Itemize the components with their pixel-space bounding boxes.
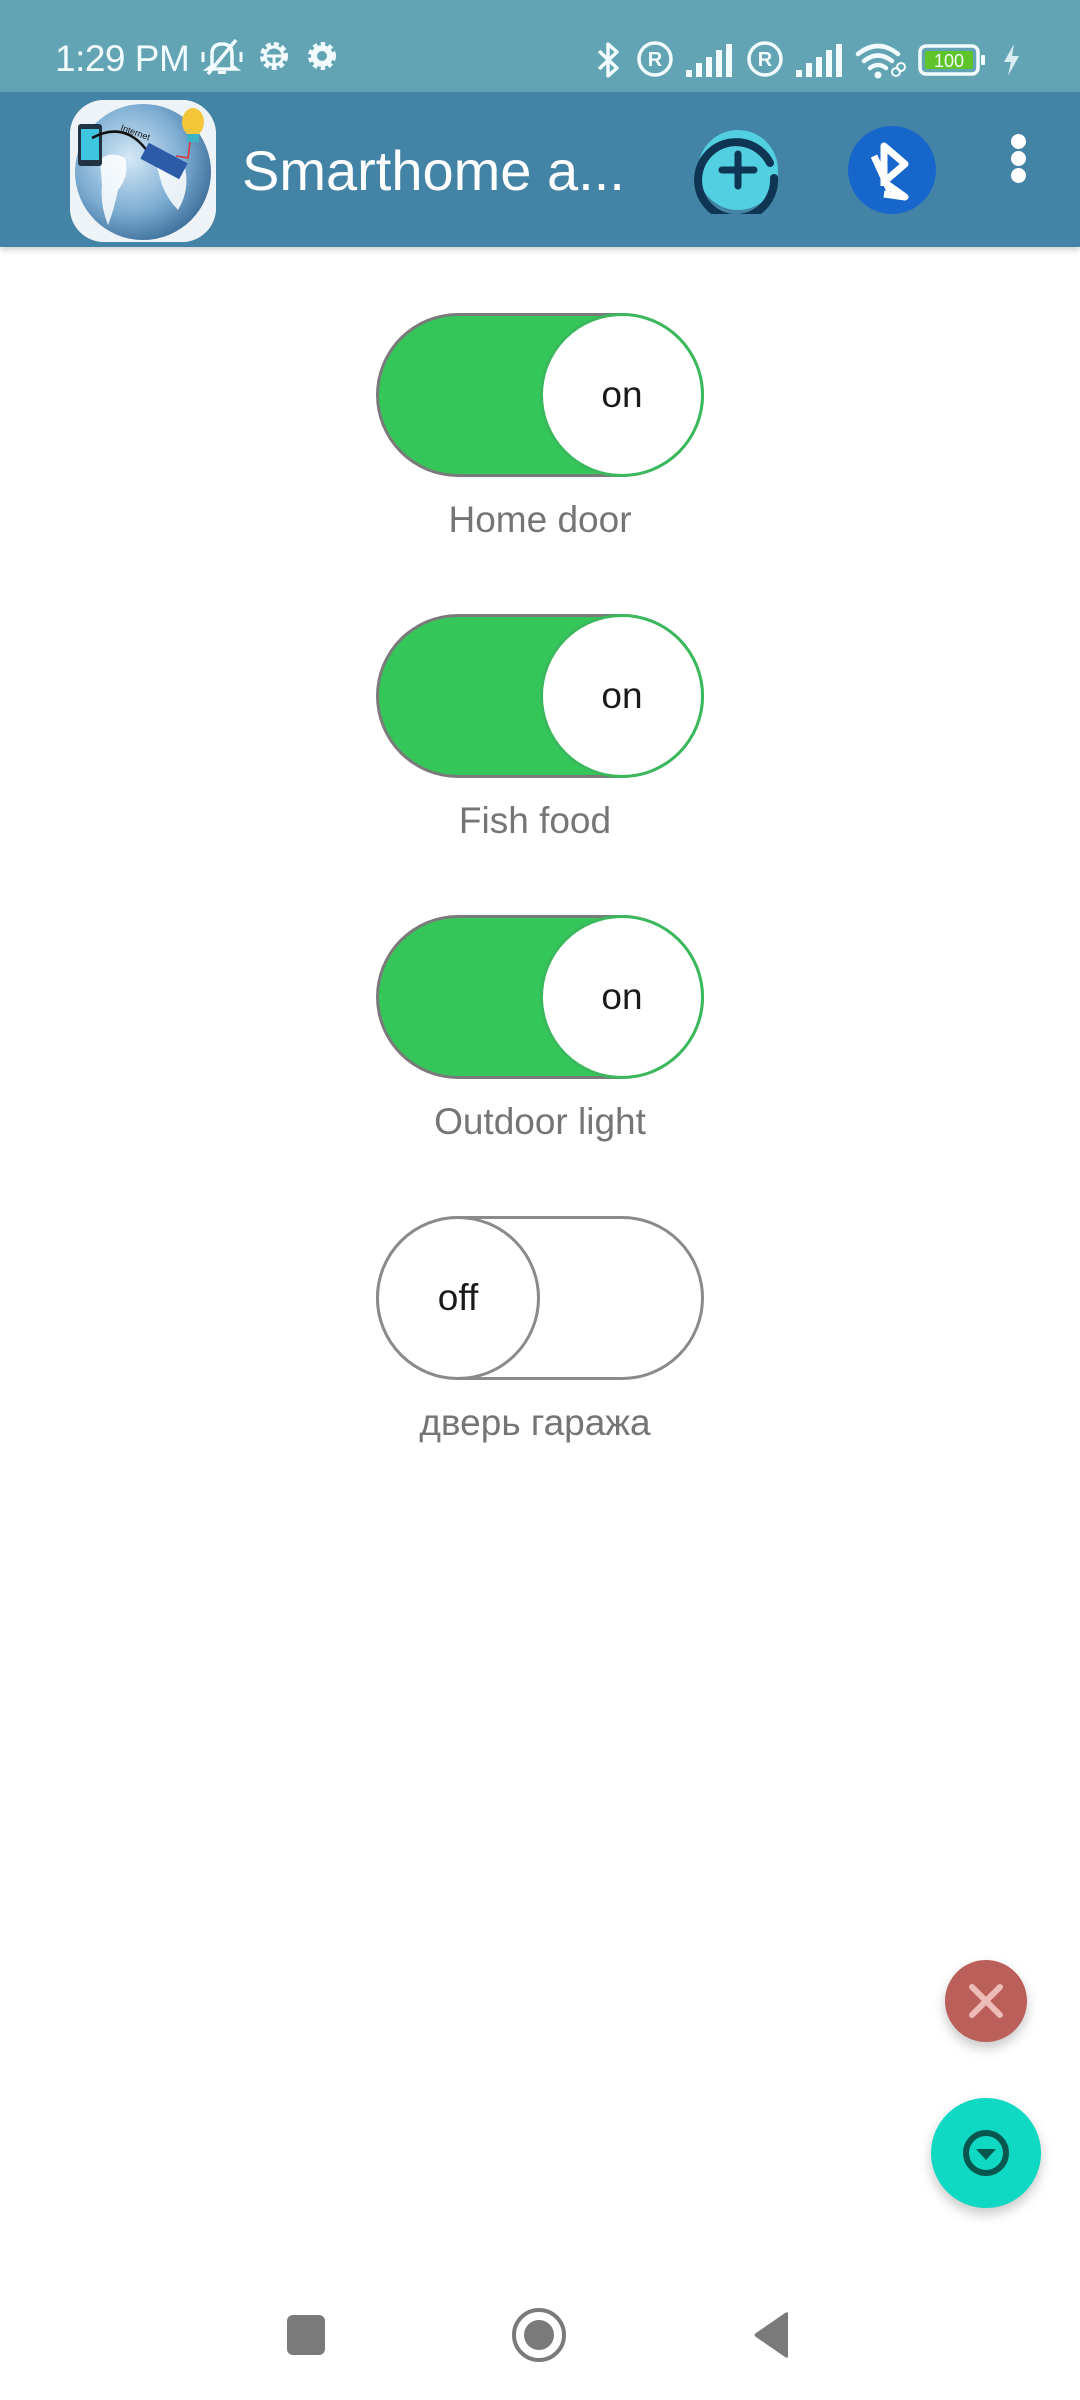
- switch-label: Outdoor light: [434, 1101, 646, 1142]
- more-options-button[interactable]: [996, 132, 1042, 208]
- mute-vibrate-icon: [200, 36, 244, 76]
- signal-icon: [796, 44, 842, 80]
- wifi-icon: [854, 42, 906, 79]
- signal-icon: [686, 44, 732, 80]
- fish-food-toggle[interactable]: on: [376, 614, 704, 778]
- close-icon: [969, 1984, 1003, 2018]
- garage-door-toggle[interactable]: off: [376, 1216, 704, 1380]
- status-bar: 1:29 PM R R 100: [0, 0, 1080, 92]
- svg-text:R: R: [648, 49, 663, 71]
- switch-item-outdoor-light: on Outdoor light: [0, 915, 1080, 1175]
- switch-item-home-door: on Home door: [0, 313, 1080, 573]
- more-vert-dot: [1011, 168, 1026, 183]
- add-button[interactable]: [694, 126, 782, 223]
- toggle-knob: on: [540, 915, 704, 1079]
- toggle-knob: on: [540, 313, 704, 477]
- more-vert-dot: [1011, 151, 1026, 166]
- expand-fab-button[interactable]: [931, 2098, 1041, 2208]
- android-debug-icon: [256, 38, 292, 74]
- recents-button[interactable]: [266, 2300, 346, 2370]
- switch-item-fish-food: on Fish food: [0, 614, 1080, 874]
- outdoor-light-toggle[interactable]: on: [376, 915, 704, 1079]
- switch-label: дверь гаража: [419, 1402, 651, 1443]
- home-door-toggle[interactable]: on: [376, 313, 704, 477]
- bluetooth-icon: [870, 142, 909, 201]
- back-button[interactable]: [732, 2300, 812, 2370]
- system-nav-bar: [0, 2270, 1080, 2400]
- app-toolbar: Internet Smarthome a...: [0, 92, 1080, 247]
- switch-item-garage-door: off дверь гаража: [0, 1216, 1080, 1476]
- charging-icon: [1000, 44, 1022, 80]
- more-vert-icon: [1011, 134, 1026, 149]
- app-title: Smarthome a...: [242, 139, 625, 202]
- app-logo: Internet: [70, 100, 216, 242]
- status-time: 1:29 PM: [55, 38, 190, 79]
- screen: 1:29 PM R R 100 Internet Smarthome a... …: [0, 0, 1080, 2400]
- switch-label: Fish food: [458, 800, 612, 841]
- settings-gear-icon: [306, 40, 338, 76]
- close-fab-button[interactable]: [945, 1960, 1027, 2042]
- svg-text:R: R: [758, 49, 773, 71]
- arrow-drop-down-circle-icon: [963, 2130, 1009, 2176]
- recents-icon: [287, 2315, 325, 2355]
- roaming-r-icon: R: [636, 40, 674, 77]
- toggle-knob: off: [376, 1216, 540, 1380]
- back-icon: [754, 2312, 788, 2358]
- home-icon: [512, 2308, 566, 2362]
- roaming-r-icon: R: [746, 40, 784, 77]
- bluetooth-button[interactable]: [848, 126, 936, 214]
- bluetooth-icon: [596, 40, 622, 78]
- home-button[interactable]: [499, 2300, 579, 2370]
- add-icon: [694, 130, 779, 223]
- svg-text:100: 100: [934, 51, 964, 71]
- battery-icon: 100: [918, 44, 986, 80]
- switch-label: Home door: [448, 499, 632, 540]
- toggle-knob: on: [540, 614, 704, 778]
